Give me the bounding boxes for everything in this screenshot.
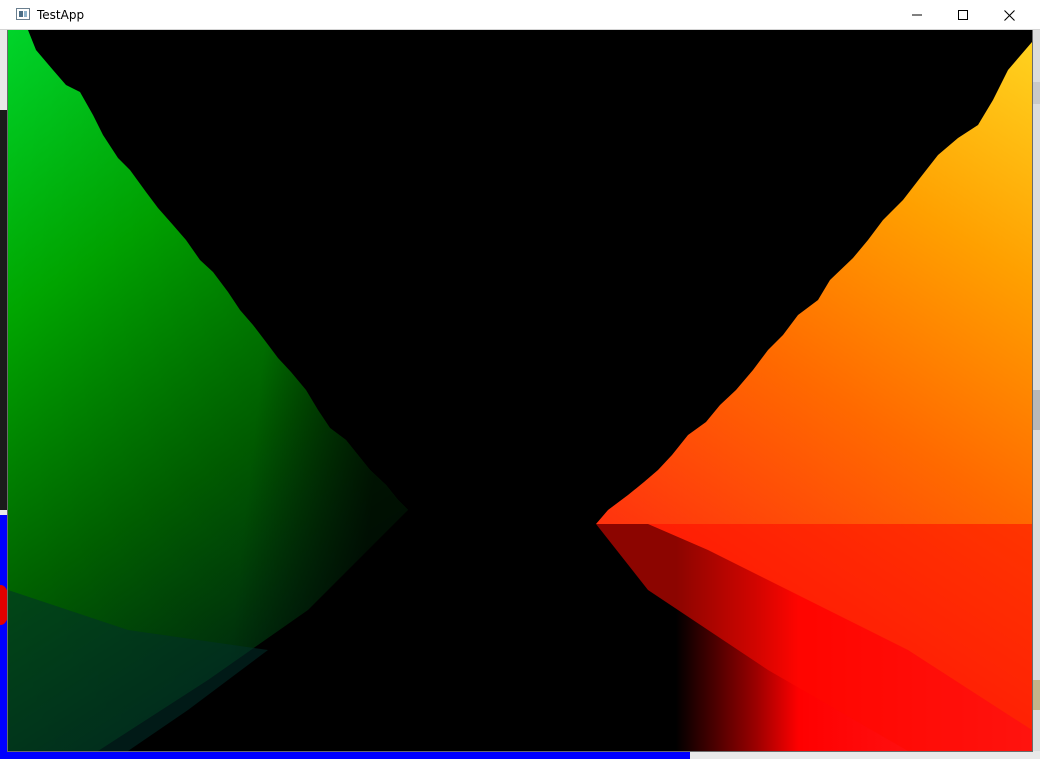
app-icon xyxy=(16,8,30,20)
background-window-right xyxy=(1032,30,1040,759)
minimize-button[interactable] xyxy=(894,0,940,30)
rendered-scene xyxy=(8,30,1032,751)
title-bar[interactable]: TestApp xyxy=(0,0,1040,30)
background-window-bottom xyxy=(690,751,1040,759)
background-window-tab xyxy=(1032,390,1040,430)
background-window-strip xyxy=(0,110,8,510)
maximize-button[interactable] xyxy=(940,0,986,30)
close-button[interactable] xyxy=(986,0,1032,30)
close-icon xyxy=(1003,9,1015,21)
background-window-tab xyxy=(1032,680,1040,710)
minimize-icon xyxy=(912,10,922,20)
maximize-icon xyxy=(958,10,968,20)
window-title: TestApp xyxy=(37,8,85,22)
app-window: TestApp xyxy=(0,0,1040,751)
background-window-tab xyxy=(1032,82,1040,104)
render-viewport[interactable] xyxy=(8,30,1032,751)
